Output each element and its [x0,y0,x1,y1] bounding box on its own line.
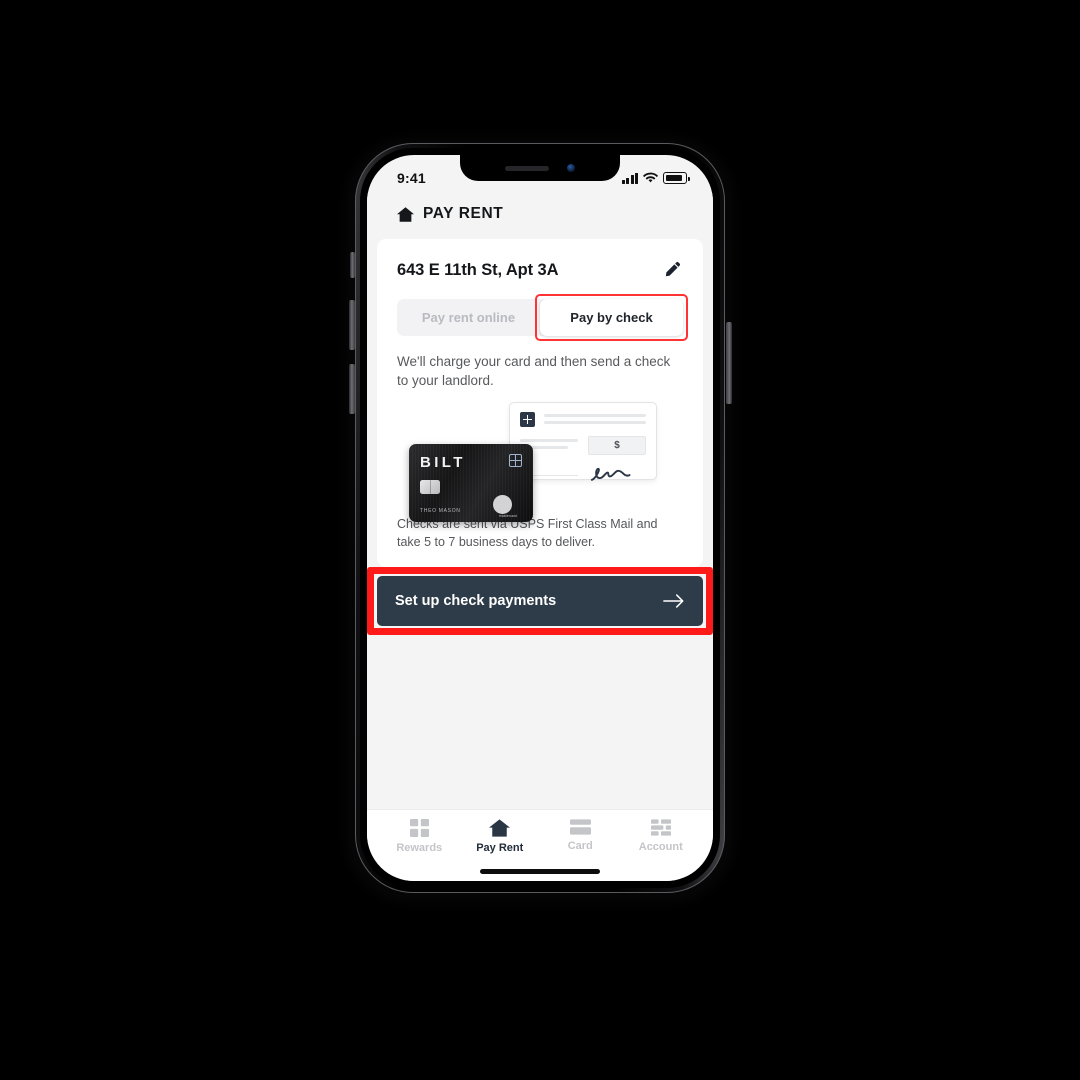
cardholder-name: THEO MASON [420,508,461,515]
mastercard-label: mastercard [499,514,517,519]
check-and-card-illustration: $ BILT THEO MASON mastercard [397,400,683,518]
tab-card[interactable]: Card [540,819,621,852]
tab-rewards[interactable]: Rewards [379,819,460,854]
home-indicator[interactable] [480,869,600,874]
tab-label-card: Card [567,840,593,852]
tab-label-pay-rent: Pay Rent [476,842,524,854]
check-top-row [520,412,646,428]
battery-icon [663,172,690,184]
lead-description: We'll charge your card and then send a c… [397,354,671,388]
gift-icon [409,819,429,837]
bilt-brand-wordmark: BILT [420,454,466,472]
check-signature-row [520,466,646,484]
volume-down-button[interactable] [349,364,355,414]
pay-by-check-tab[interactable]: Pay by check [540,299,683,336]
cta-label: Set up check payments [395,593,557,610]
app-header: PAY RENT [367,193,713,239]
tab-pay-rent[interactable]: Pay Rent [460,819,541,854]
tab-label-account: Account [638,841,683,853]
bilt-card-top: BILT [420,454,522,471]
home-icon [489,819,511,837]
mastercard-icon: mastercard [493,495,523,518]
credit-card-icon [569,819,591,835]
address-text: 643 E 11th St, Apt 3A [397,260,559,279]
phone-bezel: 9:41 PAY RENT 643 E 11th St, Apt 3A Pay … [360,148,720,888]
check-header-lines [544,412,646,425]
earpiece-speaker [505,165,549,171]
pay-rent-online-tab[interactable]: Pay rent online [397,299,540,336]
edit-address-button[interactable] [661,259,683,281]
front-camera-icon [567,164,575,172]
emv-chip-icon [420,480,440,495]
pencil-edit-icon [665,261,681,277]
bottom-tab-bar: Rewards Pay Rent Card Account [367,809,713,881]
status-time: 9:41 [397,170,426,186]
notch [460,155,620,181]
payment-method-tabs: Pay rent online Pay by check [397,294,688,341]
card-header: 643 E 11th St, Apt 3A [397,259,683,281]
phone-frame: 9:41 PAY RENT 643 E 11th St, Apt 3A Pay … [355,143,725,893]
signature-icon [590,468,631,482]
bilt-card-bottom: THEO MASON mastercard [420,495,523,518]
bilt-mark-icon [509,454,522,468]
bilt-credit-card-illustration: BILT THEO MASON mastercard [409,444,533,522]
tab-account[interactable]: Account [621,819,702,853]
page-title: PAY RENT [423,205,504,222]
arrow-right-icon [663,594,684,608]
check-amount-box: $ [588,436,646,456]
wifi-icon [643,172,658,183]
volume-up-button[interactable] [349,300,355,350]
power-button[interactable] [726,322,732,404]
set-up-check-payments-button[interactable]: Set up check payments [377,576,703,627]
phone-screen: 9:41 PAY RENT 643 E 11th St, Apt 3A Pay … [367,155,713,881]
bilt-mark-icon [520,412,535,428]
cta-container: Set up check payments [367,567,713,636]
home-icon [397,206,414,222]
tab-label-rewards: Rewards [396,842,443,854]
grid-blocks-icon [650,819,671,836]
check-middle-row: $ [520,436,646,456]
status-icons [621,172,690,184]
silent-switch-button[interactable] [350,252,355,278]
pay-rent-card: 643 E 11th St, Apt 3A Pay rent online Pa… [377,239,703,568]
cellular-bars-icon [621,172,638,184]
